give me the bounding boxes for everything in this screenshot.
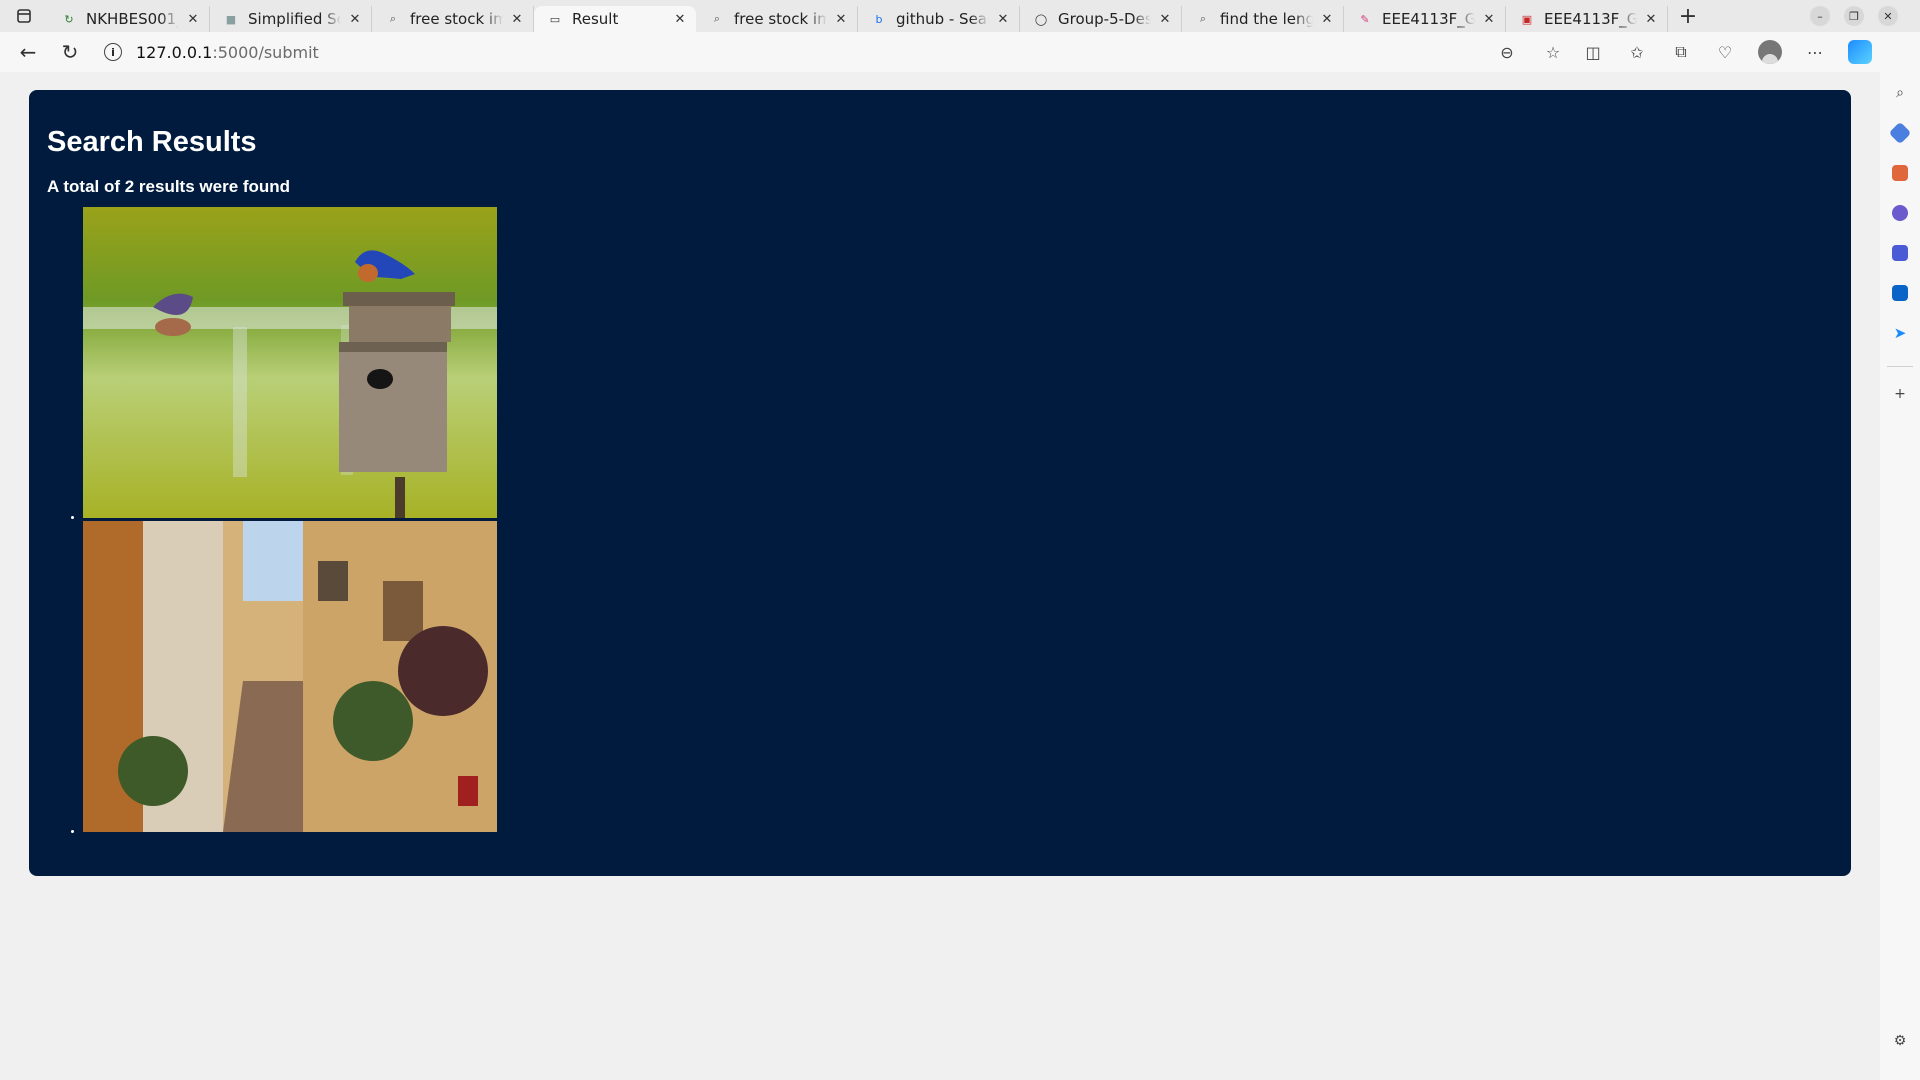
browser-toolbar: ← ↻ i 127.0.0.1:5000/submit ⊖ ☆ ◫ ✩ ⧉ ♡ … xyxy=(0,32,1920,72)
sidebar-outlook-icon[interactable] xyxy=(1889,282,1911,304)
split-screen-icon[interactable]: ◫ xyxy=(1582,41,1604,63)
tab-7[interactable]: ⌕ find the lengt ✕ xyxy=(1182,6,1344,32)
minimize-button[interactable]: – xyxy=(1810,6,1830,26)
tab-title: EEE4113F_Gro xyxy=(1544,10,1637,28)
tab-title: EEE4113F_Gro xyxy=(1382,10,1475,28)
close-icon: ✕ xyxy=(1883,9,1893,23)
edge-sidebar: ⌕ ➤ + ⚙ xyxy=(1880,72,1920,1080)
bluebirds-birdhouse-photo[interactable] xyxy=(83,207,497,518)
tab-5[interactable]: b github - Search ✕ xyxy=(858,6,1020,32)
tag-icon xyxy=(1888,121,1912,145)
tab-strip: ↻ NKHBES001_N ✕ ■ Simplified Scie ✕ ⌕ free stoc… xyxy=(0,0,1920,32)
sidebar-shopping-icon[interactable] xyxy=(1888,121,1912,145)
refresh-icon: ↻ xyxy=(64,12,74,26)
tab-close-icon[interactable]: ✕ xyxy=(833,12,849,27)
tab-title: Simplified Scie xyxy=(248,10,341,28)
sidebar-send-icon[interactable]: ➤ xyxy=(1889,322,1911,344)
arrow-left-icon: ← xyxy=(19,40,37,64)
browser-essentials-icon[interactable]: ♡ xyxy=(1714,41,1736,63)
toolbox-icon xyxy=(1892,165,1908,181)
tab-title: free stock ima xyxy=(410,10,503,28)
search-icon: ⌕ xyxy=(389,12,397,25)
tab-0[interactable]: ↻ NKHBES001_N ✕ xyxy=(48,6,210,32)
sidebar-settings-icon[interactable]: ⚙ xyxy=(1889,1030,1911,1052)
url-host: 127.0.0.1 xyxy=(136,42,213,62)
tab-3[interactable]: ▭ Result ✕ xyxy=(534,6,696,32)
bing-icon: b xyxy=(875,12,883,26)
outlook-icon xyxy=(1892,285,1908,301)
tab-title: Group-5-Desig xyxy=(1058,10,1151,28)
restore-icon: ❐ xyxy=(1849,9,1859,23)
minimize-icon: – xyxy=(1817,9,1823,23)
tab-title: free stock ima xyxy=(734,10,827,28)
chess-icon xyxy=(1892,205,1908,221)
sidebar-tools-icon[interactable] xyxy=(1889,162,1911,184)
tab-close-icon[interactable]: ✕ xyxy=(672,12,688,27)
tab-9[interactable]: ▣ EEE4113F_Gro ✕ xyxy=(1506,6,1668,32)
search-icon: ⌕ xyxy=(713,12,721,25)
pdf-icon: ▣ xyxy=(1521,12,1533,26)
tab-title: Result xyxy=(572,10,619,28)
tab-close-icon[interactable]: ✕ xyxy=(347,12,363,27)
sidebar-copilot-icon[interactable] xyxy=(1889,242,1911,264)
tab-close-icon[interactable]: ✕ xyxy=(1643,12,1659,27)
page-viewport: Search Results A total of 2 results were… xyxy=(5,72,1875,1076)
address-bar[interactable]: i 127.0.0.1:5000/submit ⊖ ☆ xyxy=(104,36,1574,68)
restore-button[interactable]: ❐ xyxy=(1844,6,1864,26)
tab-title: find the lengt xyxy=(1220,10,1313,28)
tab-8[interactable]: ✎ EEE4113F_Gro ✕ xyxy=(1344,6,1506,32)
page-title: Search Results xyxy=(47,126,257,158)
new-tab-button[interactable]: + xyxy=(1668,0,1708,32)
sidebar-games-icon[interactable] xyxy=(1889,202,1911,224)
close-window-button[interactable]: ✕ xyxy=(1878,6,1898,26)
list-item xyxy=(83,521,1833,832)
search-icon: ⌕ xyxy=(1199,12,1207,25)
list-item xyxy=(83,207,1833,518)
more-menu-icon[interactable]: ⋯ xyxy=(1804,41,1826,63)
sidebar-divider xyxy=(1887,366,1913,367)
tab-close-icon[interactable]: ✕ xyxy=(1157,12,1173,27)
tab-close-icon[interactable]: ✕ xyxy=(185,12,201,27)
tab-close-icon[interactable]: ✕ xyxy=(509,12,525,27)
tab-6[interactable]: ◯ Group-5-Desig ✕ xyxy=(1020,6,1182,32)
plus-icon: + xyxy=(1678,3,1698,29)
hexagon-icon xyxy=(1892,245,1908,261)
profile-avatar[interactable] xyxy=(1758,40,1782,64)
sidebar-add-icon[interactable]: + xyxy=(1889,383,1911,405)
page-icon: ■ xyxy=(225,12,237,26)
send-icon: ➤ xyxy=(1893,324,1907,342)
tab-close-icon[interactable]: ✕ xyxy=(1319,12,1335,27)
reload-button[interactable]: ↻ xyxy=(56,38,84,66)
pen-icon: ✎ xyxy=(1360,12,1370,26)
sidebar-search-icon[interactable]: ⌕ xyxy=(1889,82,1911,104)
window-icon: ▭ xyxy=(549,12,561,26)
tab-title: NKHBES001_N xyxy=(86,10,179,28)
tab-close-icon[interactable]: ✕ xyxy=(995,12,1011,27)
info-icon[interactable]: i xyxy=(104,43,122,61)
results-card: Search Results A total of 2 results were… xyxy=(29,90,1851,876)
result-count: A total of 2 results were found xyxy=(47,177,291,196)
tab-actions-icon xyxy=(17,9,31,23)
favorites-icon[interactable]: ✩ xyxy=(1626,41,1648,63)
star-icon[interactable]: ☆ xyxy=(1542,41,1564,63)
tab-close-icon[interactable]: ✕ xyxy=(1481,12,1497,27)
github-icon: ◯ xyxy=(1034,12,1048,26)
reload-icon: ↻ xyxy=(61,40,79,64)
back-button[interactable]: ← xyxy=(14,38,42,66)
copilot-icon[interactable] xyxy=(1848,40,1872,64)
collections-icon[interactable]: ⧉ xyxy=(1670,41,1692,63)
narrow-alley-photo[interactable] xyxy=(83,521,497,832)
tab-title: github - Search xyxy=(896,10,989,28)
tab-2[interactable]: ⌕ free stock ima ✕ xyxy=(372,6,534,32)
results-list xyxy=(47,207,1833,832)
zoom-icon[interactable]: ⊖ xyxy=(1496,41,1518,63)
tab-1[interactable]: ■ Simplified Scie ✕ xyxy=(210,6,372,32)
tab-actions-button[interactable] xyxy=(0,0,48,32)
url-path: :5000/submit xyxy=(212,42,319,62)
tab-4[interactable]: ⌕ free stock ima ✕ xyxy=(696,6,858,32)
